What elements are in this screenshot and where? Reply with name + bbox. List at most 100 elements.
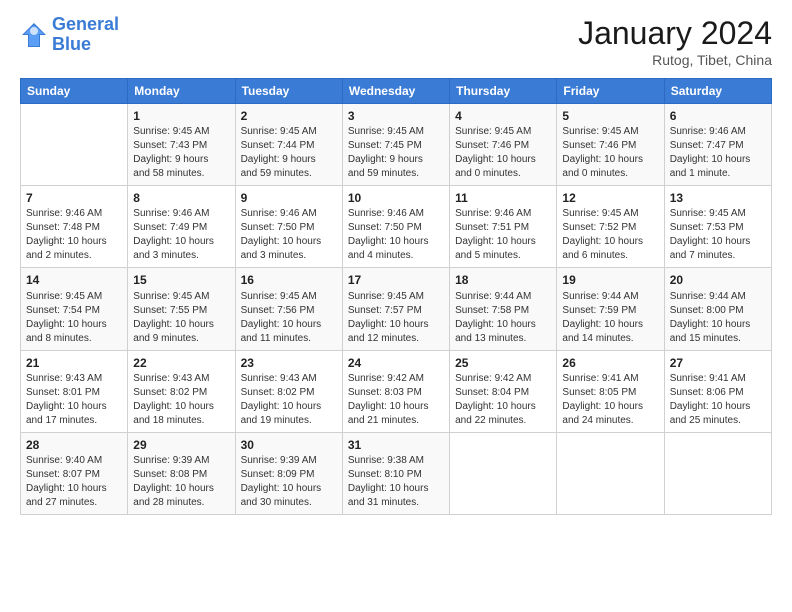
calendar-cell: 6Sunrise: 9:46 AM Sunset: 7:47 PM Daylig… <box>664 104 771 186</box>
header-day: Thursday <box>450 79 557 104</box>
calendar-cell: 5Sunrise: 9:45 AM Sunset: 7:46 PM Daylig… <box>557 104 664 186</box>
cell-date: 19 <box>562 272 658 288</box>
cell-info: Sunrise: 9:46 AM Sunset: 7:50 PM Dayligh… <box>348 207 444 263</box>
calendar-cell: 2Sunrise: 9:45 AM Sunset: 7:44 PM Daylig… <box>235 104 342 186</box>
cell-date: 8 <box>133 190 229 206</box>
cell-info: Sunrise: 9:43 AM Sunset: 8:02 PM Dayligh… <box>133 372 229 428</box>
cell-info: Sunrise: 9:46 AM Sunset: 7:47 PM Dayligh… <box>670 125 766 181</box>
cell-date: 15 <box>133 272 229 288</box>
subtitle: Rutog, Tibet, China <box>578 52 772 68</box>
logo-icon <box>20 21 48 49</box>
cell-info: Sunrise: 9:45 AM Sunset: 7:46 PM Dayligh… <box>562 125 658 181</box>
calendar-cell: 15 Sunrise: 9:45 AM Sunset: 7:55 PM Dayli… <box>128 268 235 350</box>
calendar-cell: 26Sunrise: 9:41 AM Sunset: 8:05 PM Dayli… <box>557 350 664 432</box>
cell-date: 9 <box>241 190 337 206</box>
cell-date: 12 <box>562 190 658 206</box>
cell-info: Sunrise: 9:40 AM Sunset: 8:07 PM Dayligh… <box>26 454 122 510</box>
header-row: SundayMondayTuesdayWednesdayThursdayFrid… <box>21 79 772 104</box>
cell-info: Sunrise: 9:39 AM Sunset: 8:09 PM Dayligh… <box>241 454 337 510</box>
calendar-cell <box>664 432 771 514</box>
cell-date: 24 <box>348 355 444 371</box>
cell-info: Sunrise: 9:45 AM Sunset: 7:53 PM Dayligh… <box>670 207 766 263</box>
cell-date: 13 <box>670 190 766 206</box>
cell-info: Sunrise: 9:45 AM Sunset: 7:56 PM Dayligh… <box>241 290 337 346</box>
calendar-cell: 30Sunrise: 9:39 AM Sunset: 8:09 PM Dayli… <box>235 432 342 514</box>
cell-date: 21 <box>26 355 122 371</box>
cell-info: Sunrise: 9:46 AM Sunset: 7:48 PM Dayligh… <box>26 207 122 263</box>
cell-info: Sunrise: 9:46 AM Sunset: 7:51 PM Dayligh… <box>455 207 551 263</box>
cell-info: Sunrise: 9:42 AM Sunset: 8:04 PM Dayligh… <box>455 372 551 428</box>
calendar-cell: 28Sunrise: 9:40 AM Sunset: 8:07 PM Dayli… <box>21 432 128 514</box>
cell-info: Sunrise: 9:43 AM Sunset: 8:02 PM Dayligh… <box>241 372 337 428</box>
calendar-cell <box>557 432 664 514</box>
header-day: Monday <box>128 79 235 104</box>
calendar-table: SundayMondayTuesdayWednesdayThursdayFrid… <box>20 78 772 515</box>
calendar-cell: 18 Sunrise: 9:44 AM Sunset: 7:58 PM Dayli… <box>450 268 557 350</box>
cell-date: 3 <box>348 108 444 124</box>
cell-date: 20 <box>670 272 766 288</box>
logo-text: General Blue <box>52 15 119 55</box>
cell-date: 7 <box>26 190 122 206</box>
calendar-cell: 8Sunrise: 9:46 AM Sunset: 7:49 PM Daylig… <box>128 186 235 268</box>
calendar-cell: 13Sunrise: 9:45 AM Sunset: 7:53 PM Dayli… <box>664 186 771 268</box>
cell-date: 6 <box>670 108 766 124</box>
calendar-cell: 16Sunrise: 9:45 AM Sunset: 7:56 PM Dayli… <box>235 268 342 350</box>
cell-info: Sunrise: 9:45 AM Sunset: 7:44 PM Dayligh… <box>241 125 337 181</box>
calendar-cell: 17Sunrise: 9:45 AM Sunset: 7:57 PM Dayli… <box>342 268 449 350</box>
cell-date: 2 <box>241 108 337 124</box>
cell-info: Sunrise: 9:39 AM Sunset: 8:08 PM Dayligh… <box>133 454 229 510</box>
calendar-cell: 31Sunrise: 9:38 AM Sunset: 8:10 PM Dayli… <box>342 432 449 514</box>
cell-date: 11 <box>455 190 551 206</box>
header-day: Wednesday <box>342 79 449 104</box>
calendar-cell: 29Sunrise: 9:39 AM Sunset: 8:08 PM Dayli… <box>128 432 235 514</box>
cell-info: Sunrise: 9:44 AM Sunset: 8:00 PM Dayligh… <box>670 290 766 346</box>
header-day: Tuesday <box>235 79 342 104</box>
calendar-cell: 4Sunrise: 9:45 AM Sunset: 7:46 PM Daylig… <box>450 104 557 186</box>
cell-date: 18 <box>455 272 551 288</box>
cell-info: Sunrise: 9:46 AM Sunset: 7:50 PM Dayligh… <box>241 207 337 263</box>
calendar-cell <box>21 104 128 186</box>
cell-info: Sunrise: 9:45 AM Sunset: 7:52 PM Dayligh… <box>562 207 658 263</box>
header-day: Sunday <box>21 79 128 104</box>
cell-date: 14 <box>26 272 122 288</box>
cell-info: Sunrise: 9:44 AM Sunset: 7:59 PM Dayligh… <box>562 290 658 346</box>
cell-info: Sunrise: 9:45 AM Sunset: 7:54 PM Dayligh… <box>26 290 122 346</box>
calendar-cell <box>450 432 557 514</box>
cell-info: Sunrise: 9:43 AM Sunset: 8:01 PM Dayligh… <box>26 372 122 428</box>
cell-date: 1 <box>133 108 229 124</box>
calendar-cell: 12Sunrise: 9:45 AM Sunset: 7:52 PM Dayli… <box>557 186 664 268</box>
calendar-cell: 19 Sunrise: 9:44 AM Sunset: 7:59 PM Dayli… <box>557 268 664 350</box>
calendar-cell: 9Sunrise: 9:46 AM Sunset: 7:50 PM Daylig… <box>235 186 342 268</box>
cell-info: Sunrise: 9:46 AM Sunset: 7:49 PM Dayligh… <box>133 207 229 263</box>
calendar-cell: 11Sunrise: 9:46 AM Sunset: 7:51 PM Dayli… <box>450 186 557 268</box>
cell-info: Sunrise: 9:45 AM Sunset: 7:55 PM Dayligh… <box>133 290 229 346</box>
header-day: Saturday <box>664 79 771 104</box>
cell-info: Sunrise: 9:42 AM Sunset: 8:03 PM Dayligh… <box>348 372 444 428</box>
cell-date: 27 <box>670 355 766 371</box>
calendar-cell: 10Sunrise: 9:46 AM Sunset: 7:50 PM Dayli… <box>342 186 449 268</box>
calendar-week-row: 21Sunrise: 9:43 AM Sunset: 8:01 PM Dayli… <box>21 350 772 432</box>
header-day: Friday <box>557 79 664 104</box>
cell-date: 23 <box>241 355 337 371</box>
page: General Blue January 2024 Rutog, Tibet, … <box>0 0 792 612</box>
cell-info: Sunrise: 9:45 AM Sunset: 7:43 PM Dayligh… <box>133 125 229 181</box>
title-block: January 2024 Rutog, Tibet, China <box>578 15 772 68</box>
calendar-header: SundayMondayTuesdayWednesdayThursdayFrid… <box>21 79 772 104</box>
cell-info: Sunrise: 9:45 AM Sunset: 7:57 PM Dayligh… <box>348 290 444 346</box>
logo: General Blue <box>20 15 119 55</box>
calendar-cell: 27Sunrise: 9:41 AM Sunset: 8:06 PM Dayli… <box>664 350 771 432</box>
cell-date: 22 <box>133 355 229 371</box>
cell-date: 29 <box>133 437 229 453</box>
cell-info: Sunrise: 9:44 AM Sunset: 7:58 PM Dayligh… <box>455 290 551 346</box>
cell-info: Sunrise: 9:41 AM Sunset: 8:06 PM Dayligh… <box>670 372 766 428</box>
calendar-cell: 25Sunrise: 9:42 AM Sunset: 8:04 PM Dayli… <box>450 350 557 432</box>
cell-date: 26 <box>562 355 658 371</box>
calendar-cell: 7Sunrise: 9:46 AM Sunset: 7:48 PM Daylig… <box>21 186 128 268</box>
cell-info: Sunrise: 9:38 AM Sunset: 8:10 PM Dayligh… <box>348 454 444 510</box>
calendar-body: 1Sunrise: 9:45 AM Sunset: 7:43 PM Daylig… <box>21 104 772 515</box>
cell-date: 28 <box>26 437 122 453</box>
cell-info: Sunrise: 9:41 AM Sunset: 8:05 PM Dayligh… <box>562 372 658 428</box>
cell-info: Sunrise: 9:45 AM Sunset: 7:46 PM Dayligh… <box>455 125 551 181</box>
cell-date: 10 <box>348 190 444 206</box>
cell-info: Sunrise: 9:45 AM Sunset: 7:45 PM Dayligh… <box>348 125 444 181</box>
